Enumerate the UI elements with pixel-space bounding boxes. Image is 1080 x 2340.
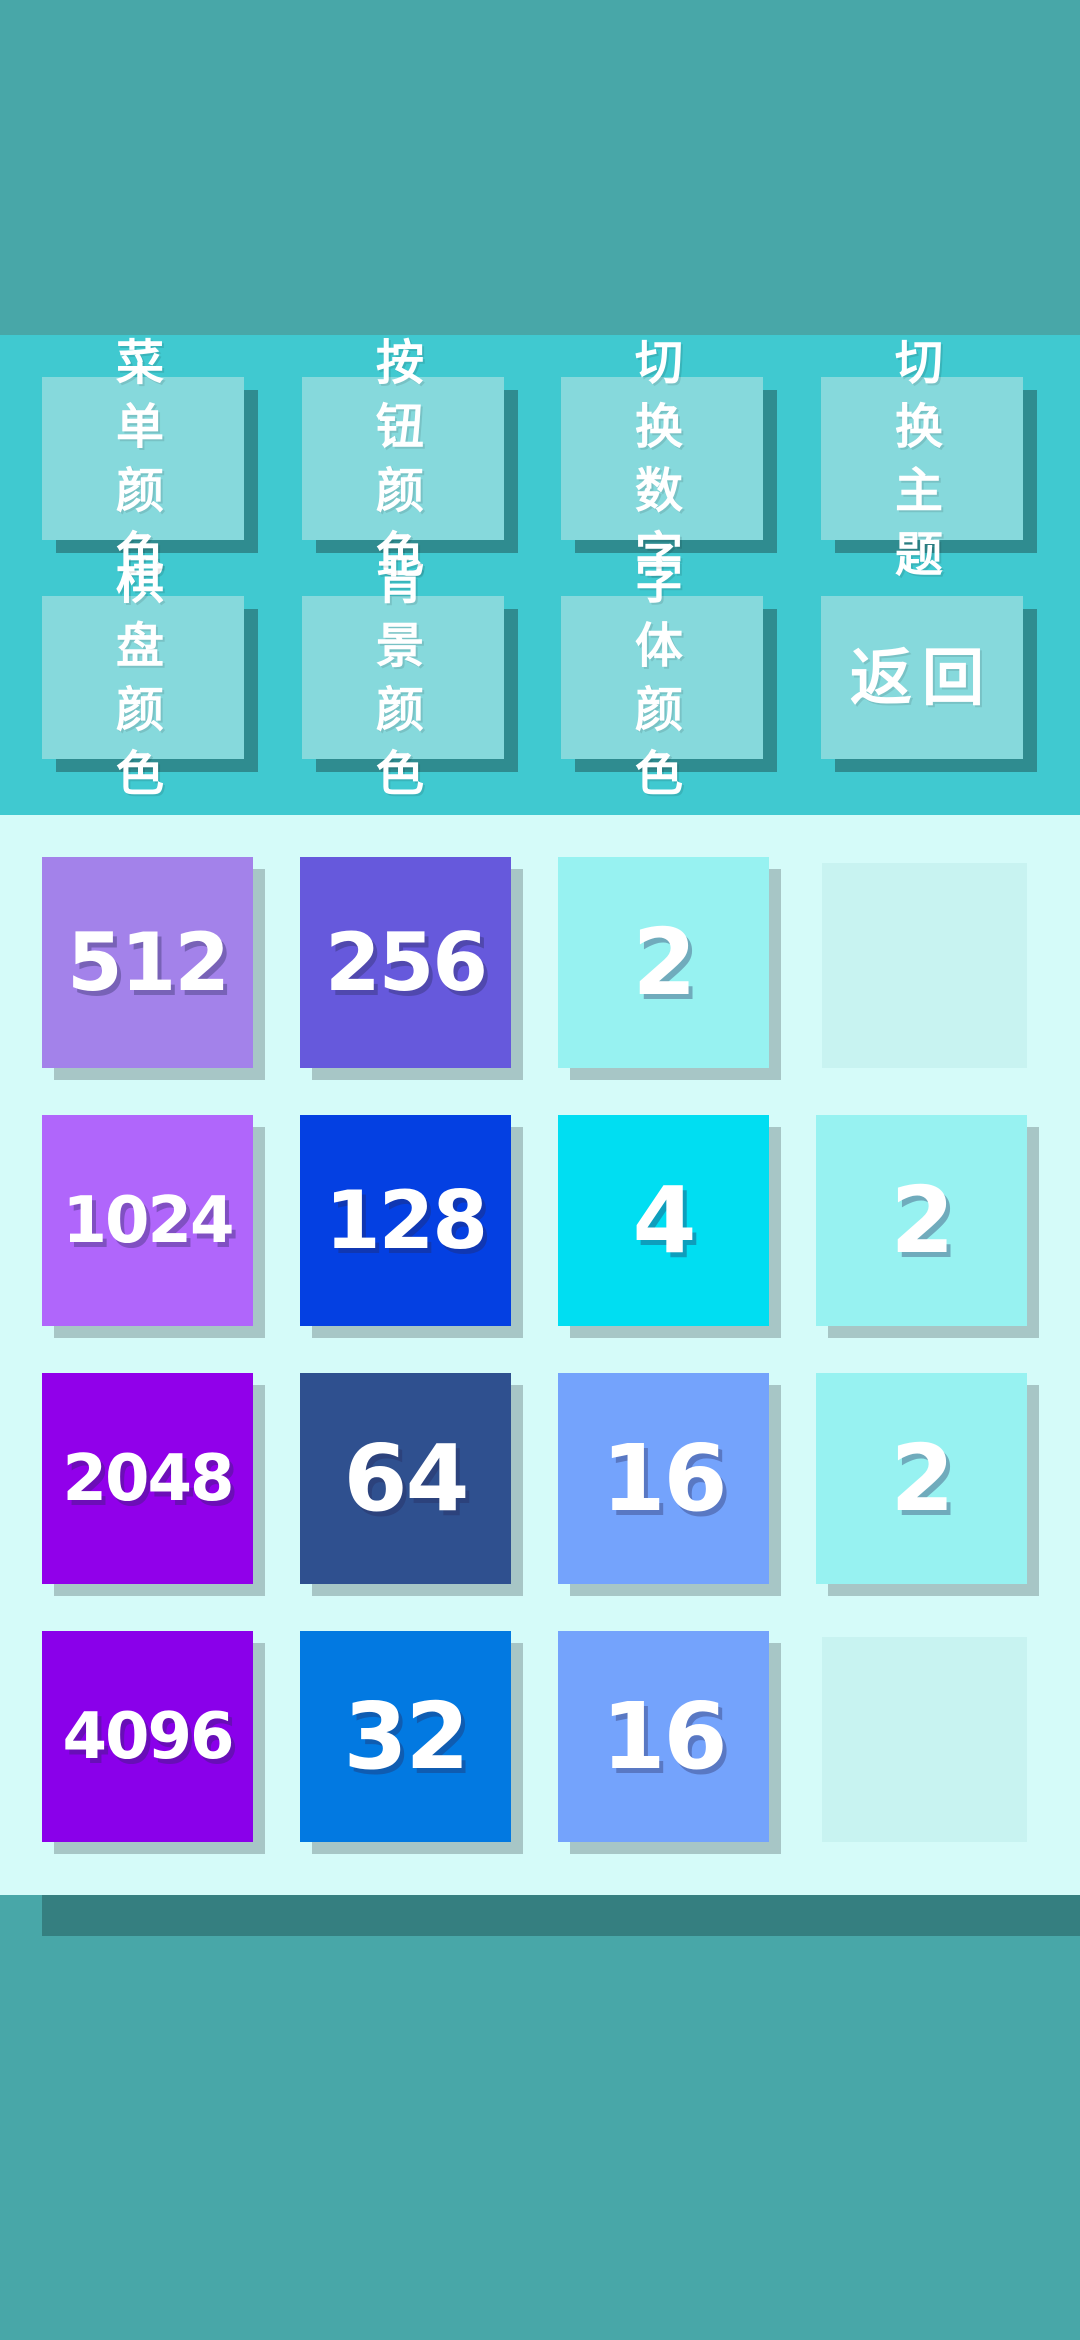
tile: 16 — [558, 1373, 769, 1584]
tile: 16 — [558, 1631, 769, 1842]
tile: 2 — [816, 1115, 1027, 1326]
font-color-button-label: 字体颜色 — [634, 553, 689, 802]
switch-theme-button-label: 切换主题 — [894, 334, 949, 583]
tile: 32 — [300, 1631, 511, 1842]
menu-color-button[interactable]: 菜单颜色 — [42, 335, 244, 583]
font-color-button[interactable]: 字体颜色 — [561, 554, 763, 802]
game-screen: { "menu": { "buttons": [ {"id": "menu-co… — [0, 0, 1080, 2340]
empty-cell — [822, 1637, 1027, 1842]
tile-value: 16 — [601, 1425, 727, 1532]
tile-value: 256 — [325, 916, 488, 1009]
switch-numbers-button-label: 切换数字 — [634, 334, 689, 583]
board-color-button[interactable]: 棋盘颜色 — [42, 554, 244, 802]
back-button[interactable]: 返回 — [821, 596, 1023, 759]
tile: 2 — [558, 857, 769, 1068]
tile-value: 4 — [632, 1167, 696, 1274]
board-color-button-label: 棋盘颜色 — [115, 553, 170, 802]
tile: 2 — [816, 1373, 1027, 1584]
tile-value: 4096 — [62, 1699, 234, 1774]
switch-numbers-button[interactable]: 切换数字 — [561, 335, 763, 583]
tile: 4 — [558, 1115, 769, 1326]
tile-value: 128 — [325, 1174, 488, 1267]
tile-value: 2 — [632, 909, 696, 1016]
tile: 256 — [300, 857, 511, 1068]
button-color-button-label: 按钮颜色 — [375, 334, 430, 583]
tile: 4096 — [42, 1631, 253, 1842]
tile-value: 2 — [890, 1167, 954, 1274]
tile-value: 16 — [601, 1683, 727, 1790]
tile: 1024 — [42, 1115, 253, 1326]
tile-value: 32 — [343, 1683, 469, 1790]
tile-value: 2 — [890, 1425, 954, 1532]
empty-cell — [822, 863, 1027, 1068]
background-color-button[interactable]: 背景颜色 — [302, 554, 504, 802]
menu-color-button-label: 菜单颜色 — [115, 334, 170, 583]
tile: 2048 — [42, 1373, 253, 1584]
tile: 512 — [42, 857, 253, 1068]
tile: 64 — [300, 1373, 511, 1584]
switch-theme-button[interactable]: 切换主题 — [821, 335, 1023, 583]
board-shadow — [42, 1895, 1080, 1936]
settings-menu-panel: 菜单颜色 按钮颜色 切换数字 切换主题 棋盘颜色 背景颜色 字体颜色 返回 — [0, 335, 1080, 815]
tile-value: 2048 — [62, 1441, 234, 1516]
tile: 128 — [300, 1115, 511, 1326]
tile-value: 1024 — [62, 1183, 234, 1258]
tile-value: 512 — [67, 916, 230, 1009]
background-color-button-label: 背景颜色 — [375, 553, 430, 802]
game-board[interactable]: 512 256 2 1024 128 4 2 2048 64 16 2 4096 32 16 — [0, 815, 1080, 1895]
back-button-label: 返回 — [849, 640, 994, 714]
tile-value: 64 — [343, 1425, 469, 1532]
button-color-button[interactable]: 按钮颜色 — [302, 335, 504, 583]
